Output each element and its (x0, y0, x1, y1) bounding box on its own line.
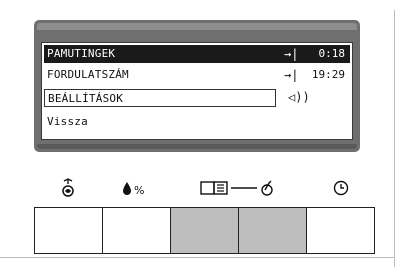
menu-item-label: FORDULATSZÁM (47, 68, 129, 81)
humidity-percent-icon: % (102, 178, 170, 200)
menu-item-pamutingek[interactable]: PAMUTINGEK →| 0:18 (44, 45, 350, 63)
key-icon-row: % (34, 178, 375, 200)
arrow-to-end-icon: →| (284, 47, 299, 61)
book-check-icon (170, 178, 306, 200)
display-bezel-bottom (37, 144, 357, 149)
sound-icon: ◁)) (288, 90, 310, 104)
lcd-display: PAMUTINGEK →| 0:18 FORDULATSZÁM →| 19:29… (34, 20, 360, 152)
clock-icon (307, 178, 375, 200)
book-check-graphic (200, 180, 273, 196)
menu-item-vissza[interactable]: Vissza (44, 113, 350, 131)
frame-edge-bottom (0, 257, 395, 258)
key-5-button[interactable] (307, 208, 374, 253)
control-panel: PAMUTINGEK →| 0:18 FORDULATSZÁM →| 19:29… (0, 0, 403, 267)
key-1-button[interactable] (35, 208, 103, 253)
time-value: 0:18 (318, 47, 346, 60)
menu-item-beallitasok[interactable]: BEÁLLÍTÁSOK (44, 89, 276, 107)
svg-text:%: % (134, 184, 144, 197)
clock-graphic (333, 180, 349, 196)
menu-item-label: PAMUTINGEK (47, 47, 116, 60)
key-2-button[interactable] (103, 208, 171, 253)
display-bezel-top (37, 23, 357, 30)
key-3-button[interactable] (171, 208, 239, 253)
humidity-percent-graphic: % (123, 182, 144, 197)
stain-icon-graphic (62, 178, 74, 197)
lcd-screen: PAMUTINGEK →| 0:18 FORDULATSZÁM →| 19:29… (41, 42, 353, 140)
time-value: 19:29 (311, 68, 345, 81)
menu-item-fordulatszam[interactable]: FORDULATSZÁM →| 19:29 (44, 66, 350, 84)
frame-edge-right (394, 10, 395, 267)
key-row (34, 207, 375, 254)
key-4-button[interactable] (239, 208, 307, 253)
stain-icon (34, 178, 102, 200)
arrow-to-end-icon: →| (284, 68, 299, 82)
menu-item-label: Vissza (47, 115, 88, 128)
menu-item-label: BEÁLLÍTÁSOK (48, 92, 124, 105)
